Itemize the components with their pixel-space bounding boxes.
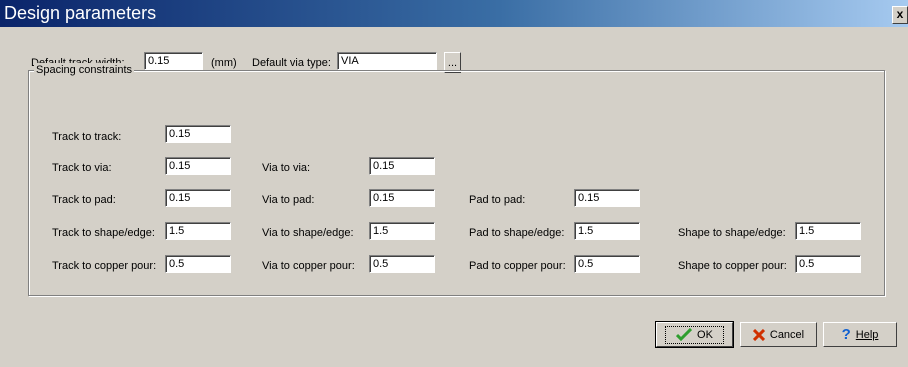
pad-to-copper-pour-label: Pad to copper pour:	[469, 260, 566, 272]
checkmark-icon	[676, 327, 693, 342]
help-label: Help	[855, 328, 879, 341]
via-to-shape-edge-label: Via to shape/edge:	[262, 227, 354, 239]
x-icon	[752, 328, 765, 341]
default-via-type-label: Default via type:	[252, 57, 331, 69]
shape-to-copper-pour-input[interactable]: 0.5	[795, 255, 861, 273]
via-to-copper-pour-input[interactable]: 0.5	[369, 255, 435, 273]
track-to-pad-input[interactable]: 0.15	[165, 189, 231, 207]
shape-to-copper-pour-label: Shape to copper pour:	[678, 260, 787, 272]
track-to-pad-label: Track to pad:	[52, 194, 116, 206]
spacing-constraints-legend: Spacing constraints	[34, 63, 134, 77]
track-to-track-label: Track to track:	[52, 131, 122, 143]
track-to-via-label: Track to via:	[52, 162, 112, 174]
cancel-label: Cancel	[769, 328, 805, 341]
via-to-shape-edge-input[interactable]: 1.5	[369, 222, 435, 240]
pad-to-pad-label: Pad to pad:	[469, 194, 526, 206]
default-via-type-input[interactable]: VIA	[337, 52, 437, 70]
shape-to-shape-edge-label: Shape to shape/edge:	[678, 227, 786, 239]
pad-to-shape-edge-input[interactable]: 1.5	[574, 222, 640, 240]
via-to-via-label: Via to via:	[262, 162, 311, 174]
pad-to-shape-edge-label: Pad to shape/edge:	[469, 227, 565, 239]
pad-to-pad-input[interactable]: 0.15	[574, 189, 640, 207]
pad-to-copper-pour-input[interactable]: 0.5	[574, 255, 640, 273]
default-track-width-input[interactable]: 0.15	[144, 52, 203, 70]
via-to-pad-label: Via to pad:	[262, 194, 315, 206]
shape-to-shape-edge-input[interactable]: 1.5	[795, 222, 861, 240]
cancel-button[interactable]: Cancel	[740, 322, 817, 347]
track-to-copper-pour-label: Track to copper pour:	[52, 260, 157, 272]
track-to-shape-edge-input[interactable]: 1.5	[165, 222, 231, 240]
ok-label: OK	[697, 328, 713, 341]
track-to-track-input[interactable]: 0.15	[165, 125, 231, 143]
help-button[interactable]: ? Help	[823, 322, 897, 347]
via-to-copper-pour-label: Via to copper pour:	[262, 260, 355, 272]
close-button[interactable]: x	[892, 6, 908, 24]
title-bar[interactable]: Design parameters x	[0, 0, 908, 27]
via-to-pad-input[interactable]: 0.15	[369, 189, 435, 207]
ok-button[interactable]: OK	[655, 321, 734, 348]
via-to-via-input[interactable]: 0.15	[369, 157, 435, 175]
window-title: Design parameters	[4, 3, 157, 23]
question-icon: ?	[841, 326, 851, 343]
track-to-via-input[interactable]: 0.15	[165, 157, 231, 175]
track-to-copper-pour-input[interactable]: 0.5	[165, 255, 231, 273]
unit-label: (mm)	[211, 57, 237, 69]
track-to-shape-edge-label: Track to shape/edge:	[52, 227, 155, 239]
